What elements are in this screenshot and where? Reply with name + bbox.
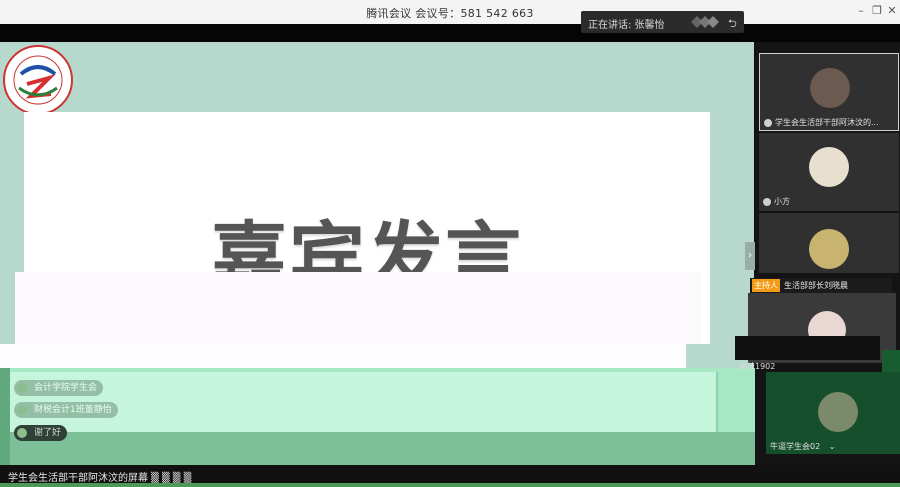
share-progress-strip (0, 483, 900, 487)
participant-tile[interactable]: 学生会生活部干部阿沐汶的... (759, 53, 899, 131)
render-glitch-band (686, 344, 736, 368)
window-title: 腾讯会议 会议号：581 542 663 (366, 7, 534, 20)
school-logo (3, 45, 73, 115)
chat-message[interactable]: 谢了好 (14, 425, 68, 441)
close-button[interactable]: ✕ (884, 3, 900, 19)
participant-name: 小方 (774, 197, 790, 206)
speaking-indicator: 正在讲话: 张馨怡 ⮌ (581, 11, 744, 33)
title-bar: 腾讯会议 会议号：581 542 663 – ❐ ✕ (0, 0, 900, 24)
avatar (809, 147, 849, 187)
maximize-button[interactable]: ❐ (869, 3, 885, 19)
chat-footer (10, 432, 764, 465)
participant-name: 会计1902 (739, 362, 776, 371)
audio-wave-icon (691, 16, 719, 28)
render-glitch-band (735, 336, 880, 360)
avatar (809, 229, 849, 269)
top-band (0, 24, 900, 42)
chat-message-text: 会计学院学生会 (34, 383, 98, 393)
chat-message-text: 财税会计1班董静怡 (34, 405, 112, 415)
host-badge: 主持人 (752, 279, 780, 292)
chat-message[interactable]: 会计学院学生会 (14, 380, 104, 396)
screen-share-bar: 学生会生活部干部阿沐汶的屏幕 ▒ ▒ ▒ ▒ (0, 465, 900, 487)
chat-edge (0, 368, 10, 465)
avatar (810, 68, 850, 108)
chevron-down-icon[interactable]: ⌄ (829, 442, 836, 451)
participant-name: 牛逼学生会02 (770, 442, 821, 451)
speaking-label: 正在讲话: 张馨怡 (588, 20, 665, 31)
render-glitch-band (882, 350, 900, 372)
mic-icon (764, 118, 772, 127)
participant-tile[interactable]: 牛逼学生会02 ⌄ (766, 372, 900, 454)
render-glitch-band (0, 344, 686, 368)
chat-message[interactable]: 财税会计1班董静怡 (14, 402, 118, 418)
host-name: 生活部部长刘晓晨 (784, 281, 848, 290)
minimize-button[interactable]: – (853, 3, 869, 19)
reply-icon[interactable]: ⮌ (728, 15, 737, 34)
participant-tile[interactable]: 小方 (759, 133, 899, 211)
chat-message-text: 谢了好 (34, 428, 62, 438)
chat-panel (10, 372, 718, 432)
participant-tile[interactable] (759, 213, 899, 273)
chevron-right-icon[interactable]: › (745, 242, 755, 270)
mic-icon (763, 197, 771, 206)
avatar (818, 392, 858, 432)
avatar (17, 428, 27, 438)
render-glitch-band (15, 272, 701, 346)
participant-name: 学生会生活部干部阿沐汶的... (775, 118, 879, 127)
avatar (17, 405, 27, 415)
avatar (17, 383, 27, 393)
share-owner-label: 学生会生活部干部阿沐汶的屏幕 ▒ ▒ ▒ ▒ (8, 473, 192, 484)
